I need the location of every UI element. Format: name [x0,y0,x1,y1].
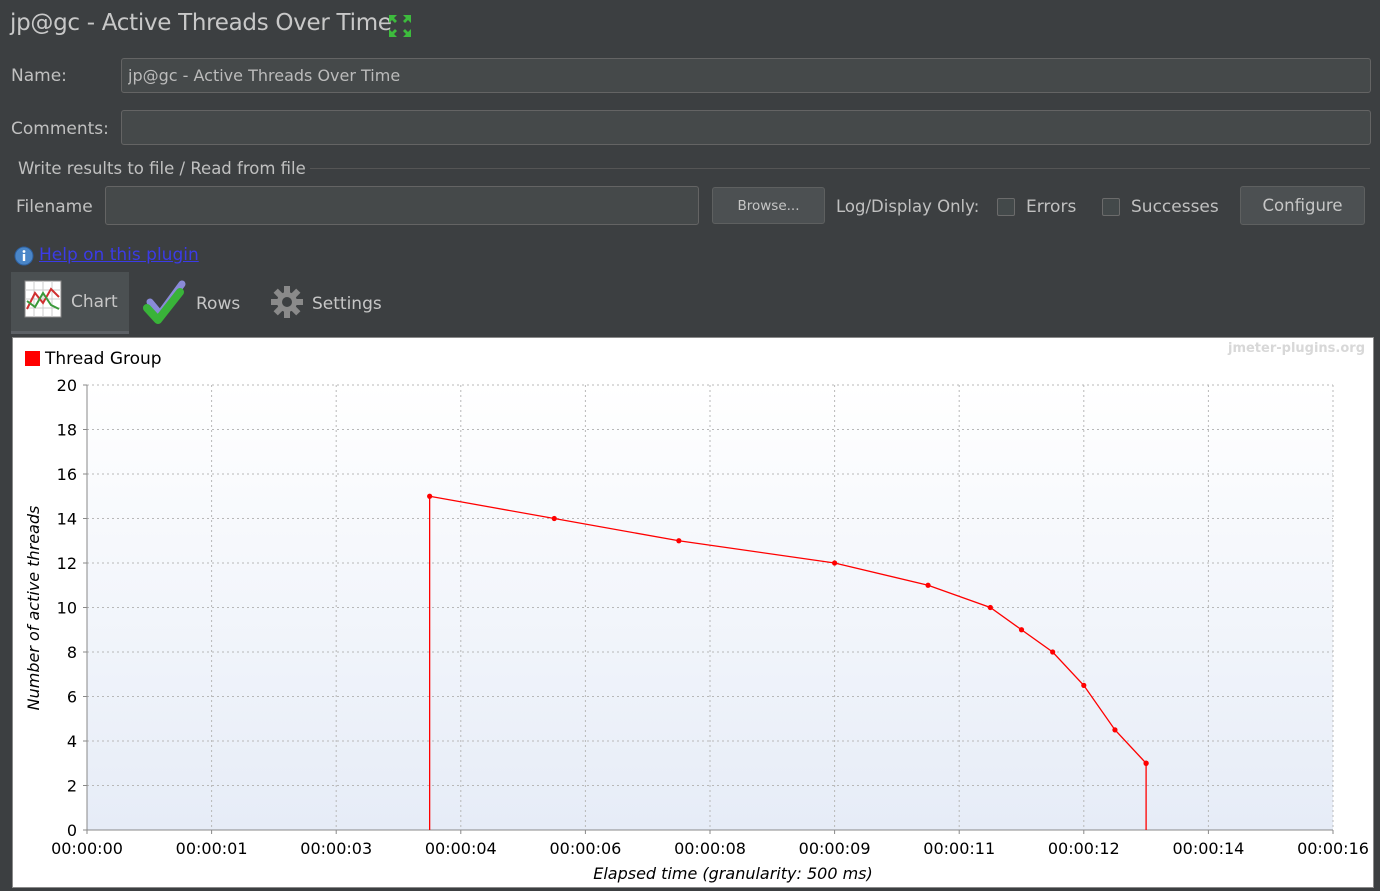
y-tick-label: 4 [67,732,77,751]
y-tick-label: 8 [67,643,77,662]
successes-checkbox[interactable] [1102,198,1120,216]
help-link[interactable]: Help on this plugin [39,245,199,265]
data-point [676,538,682,544]
x-tick-label: 00:00:09 [799,839,871,858]
section-divider [306,168,1370,169]
data-point [427,493,433,499]
errors-label: Errors [1026,197,1077,217]
window-title: jp@gc - Active Threads Over Time [10,10,392,36]
tab-settings[interactable]: Settings [270,285,382,323]
x-axis-label: Elapsed time (granularity: 500 ms) [593,864,873,883]
tab-chart-label: Chart [71,291,118,312]
y-axis-label: Number of active threads [24,506,43,711]
y-tick-label: 14 [57,510,77,529]
y-tick-label: 6 [67,688,77,707]
data-point [1018,627,1025,633]
name-label: Name: [11,66,67,86]
filename-label: Filename [16,197,93,217]
filename-input[interactable] [105,186,699,225]
x-tick-label: 00:00:06 [549,839,621,858]
tab-rows[interactable]: Rows [142,278,240,330]
x-tick-label: 00:00:00 [51,839,123,858]
data-point [1143,760,1149,766]
y-tick-label: 16 [57,465,77,484]
legend-swatch [25,351,40,366]
legend-label: Thread Group [44,349,162,369]
x-tick-label: 00:00:16 [1297,839,1369,858]
x-tick-label: 00:00:01 [176,839,248,858]
comments-input[interactable] [121,110,1371,145]
x-tick-label: 00:00:14 [1172,839,1244,858]
active-threads-chart: 0 2 4 6 8 10 12 14 16 18 20 00:00:00 00:00:01 00:00:0… [24,341,1369,883]
y-tick-label: 2 [67,777,77,796]
browse-button[interactable]: Browse... [712,187,825,224]
x-tick-label: 00:00:03 [300,839,372,858]
y-tick-label: 12 [57,554,77,573]
y-tick-label: 18 [57,421,77,440]
y-tick-label: 20 [57,376,77,395]
chart-panel: 0 2 4 6 8 10 12 14 16 18 20 00:00:00 00:00:01 00:00:0… [12,337,1374,888]
chart-watermark: jmeter-plugins.org [1227,341,1365,356]
y-tick-label: 10 [57,599,77,618]
file-section-title: Write results to file / Read from file [18,159,310,178]
x-tick-label: 00:00:08 [674,839,746,858]
tab-settings-label: Settings [312,294,382,314]
data-point [1050,649,1056,655]
tab-chart[interactable]: Chart [11,272,129,334]
gear-icon [270,285,304,324]
y-tick-label: 0 [67,821,77,840]
x-tick-label: 00:00:11 [923,839,995,858]
data-point [1112,727,1118,733]
data-point [551,515,557,522]
x-tick-label: 00:00:04 [425,839,497,858]
data-point [1081,682,1087,688]
chart-icon [23,279,63,324]
checkmark-icon [142,278,188,331]
configure-button[interactable]: Configure [1240,186,1365,225]
name-input[interactable] [121,58,1371,93]
data-point [987,604,993,611]
errors-checkbox[interactable] [997,198,1015,216]
log-display-label: Log/Display Only: [836,197,980,216]
expand-icon[interactable] [386,12,414,40]
tab-rows-label: Rows [196,294,241,314]
x-tick-label: 00:00:12 [1048,839,1120,858]
successes-label: Successes [1131,197,1219,217]
comments-label: Comments: [11,119,109,139]
data-point [832,560,838,566]
info-icon [14,246,34,270]
data-point [925,582,931,588]
